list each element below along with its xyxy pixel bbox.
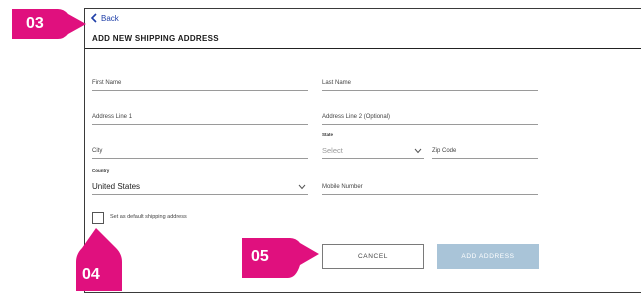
state-select[interactable]: State Select	[322, 132, 424, 159]
chevron-down-icon	[298, 184, 306, 190]
mobile-number-field[interactable]: Mobile Number	[322, 176, 538, 195]
state-label: State	[322, 132, 334, 137]
cancel-button[interactable]: CANCEL	[322, 244, 424, 269]
chevron-left-icon	[90, 13, 97, 23]
back-link[interactable]: Back	[90, 13, 119, 23]
callout-03-label: 03	[26, 15, 44, 32]
page-title: ADD NEW SHIPPING ADDRESS	[92, 34, 219, 43]
zip-code-label: Zip Code	[432, 148, 457, 154]
title-divider	[85, 48, 641, 49]
default-address-label: Set as default shipping address	[110, 214, 187, 220]
first-name-field[interactable]: First Name	[92, 72, 308, 91]
address-line-2-label: Address Line 2 (Optional)	[322, 114, 391, 120]
state-placeholder: Select	[322, 146, 343, 155]
callout-badge-04: 04	[74, 226, 124, 291]
country-label: Country	[92, 168, 110, 173]
callout-badge-03: 03	[8, 6, 88, 42]
mobile-number-label: Mobile Number	[322, 184, 363, 190]
last-name-label: Last Name	[322, 80, 352, 86]
address-line-2-field[interactable]: Address Line 2 (Optional)	[322, 106, 538, 125]
callout-badge-05: 05	[238, 236, 320, 280]
last-name-field[interactable]: Last Name	[322, 72, 538, 91]
chevron-down-icon	[414, 148, 422, 154]
default-address-checkbox[interactable]	[92, 212, 104, 224]
country-value: United States	[92, 182, 141, 191]
address-line-1-label: Address Line 1	[92, 114, 133, 120]
add-address-button[interactable]: ADD ADDRESS	[437, 244, 539, 269]
callout-05-label: 05	[251, 248, 269, 265]
zip-code-field[interactable]: Zip Code	[432, 140, 538, 159]
country-select[interactable]: Country United States	[92, 168, 308, 195]
city-label: City	[92, 148, 103, 154]
address-line-1-field[interactable]: Address Line 1	[92, 106, 308, 125]
city-field[interactable]: City	[92, 140, 308, 159]
back-label: Back	[101, 13, 119, 23]
first-name-label: First Name	[92, 80, 122, 86]
callout-04-label: 04	[82, 266, 100, 283]
